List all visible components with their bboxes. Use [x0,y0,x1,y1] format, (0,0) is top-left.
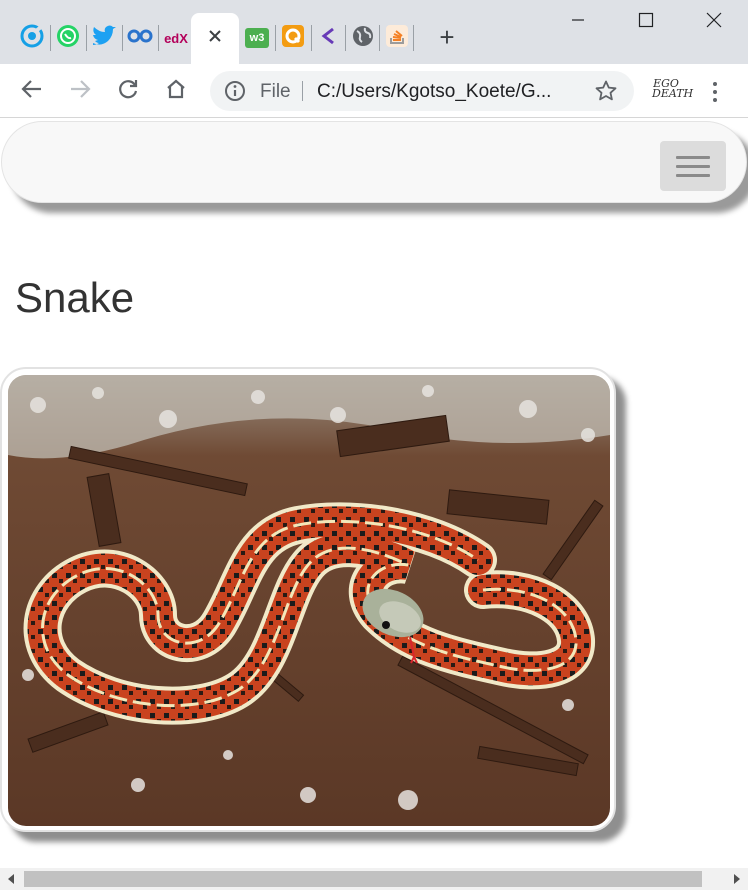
globe-icon [351,24,375,53]
url-text[interactable]: C:/Users/Kgotso_Koete/G... [317,81,551,103]
close-window-icon [706,12,722,33]
code-icon [319,26,339,51]
tab-current[interactable] [191,13,239,64]
home-button[interactable] [158,73,194,109]
stackoverflow-icon [385,24,409,53]
grammarly-icon [20,24,44,53]
tab-coursera[interactable] [122,18,158,58]
reload-icon [117,78,139,105]
navbar-toggle-button[interactable] [660,141,726,191]
close-icon[interactable] [207,28,223,49]
scroll-right-arrow-icon[interactable] [726,868,748,890]
tab-grammarly[interactable] [14,18,50,58]
navbar [1,121,747,203]
back-button[interactable] [14,73,50,109]
w3schools-icon: w3 [245,28,269,48]
scheme-label: File [260,81,291,102]
tab-stackoverflow[interactable] [379,18,415,58]
page-title: Snake [15,274,135,321]
hamburger-icon [676,155,710,159]
arrow-right-icon [69,78,91,105]
twitter-icon [91,25,117,52]
info-icon[interactable] [224,80,246,102]
arrow-left-icon [21,78,43,105]
bookmark-star-icon[interactable] [594,79,618,103]
coursera-icon [127,29,153,48]
reload-button[interactable] [110,73,146,109]
tab-globe[interactable] [345,18,381,58]
snake-image [8,375,610,826]
whatsapp-icon [56,24,80,53]
forward-button[interactable] [62,73,98,109]
browser-toolbar: File C:/Users/Kgotso_Koete/G... EGO DEATH [0,64,748,118]
extension-label: EGO DEATH [652,77,694,100]
new-tab-button[interactable]: + [432,22,462,52]
close-window-button[interactable] [680,0,748,44]
tab-code[interactable] [311,18,347,58]
page-viewport: Snake [0,119,748,868]
tab-whatsapp[interactable] [50,18,86,58]
scroll-left-arrow-icon[interactable] [0,868,22,890]
address-bar[interactable]: File C:/Users/Kgotso_Koete/G... [210,71,634,111]
tab-strip: edX w3 + [0,0,748,64]
image-frame [0,367,616,832]
tab-twitter[interactable] [86,18,122,58]
tab-edx[interactable]: edX [158,18,194,58]
maximize-button[interactable] [612,0,680,44]
menu-button[interactable] [700,77,730,107]
maximize-icon [638,12,654,33]
quiz-icon [281,24,305,53]
tab-quiz[interactable] [275,18,311,58]
horizontal-scrollbar[interactable] [0,868,748,890]
minimize-button[interactable] [544,0,612,44]
scrollbar-thumb[interactable] [24,871,702,887]
edx-icon: edX [164,30,188,46]
home-icon [165,78,187,105]
extension-icon[interactable]: EGO DEATH [652,78,693,105]
tab-w3schools[interactable]: w3 [239,18,275,58]
minimize-icon [571,13,585,32]
